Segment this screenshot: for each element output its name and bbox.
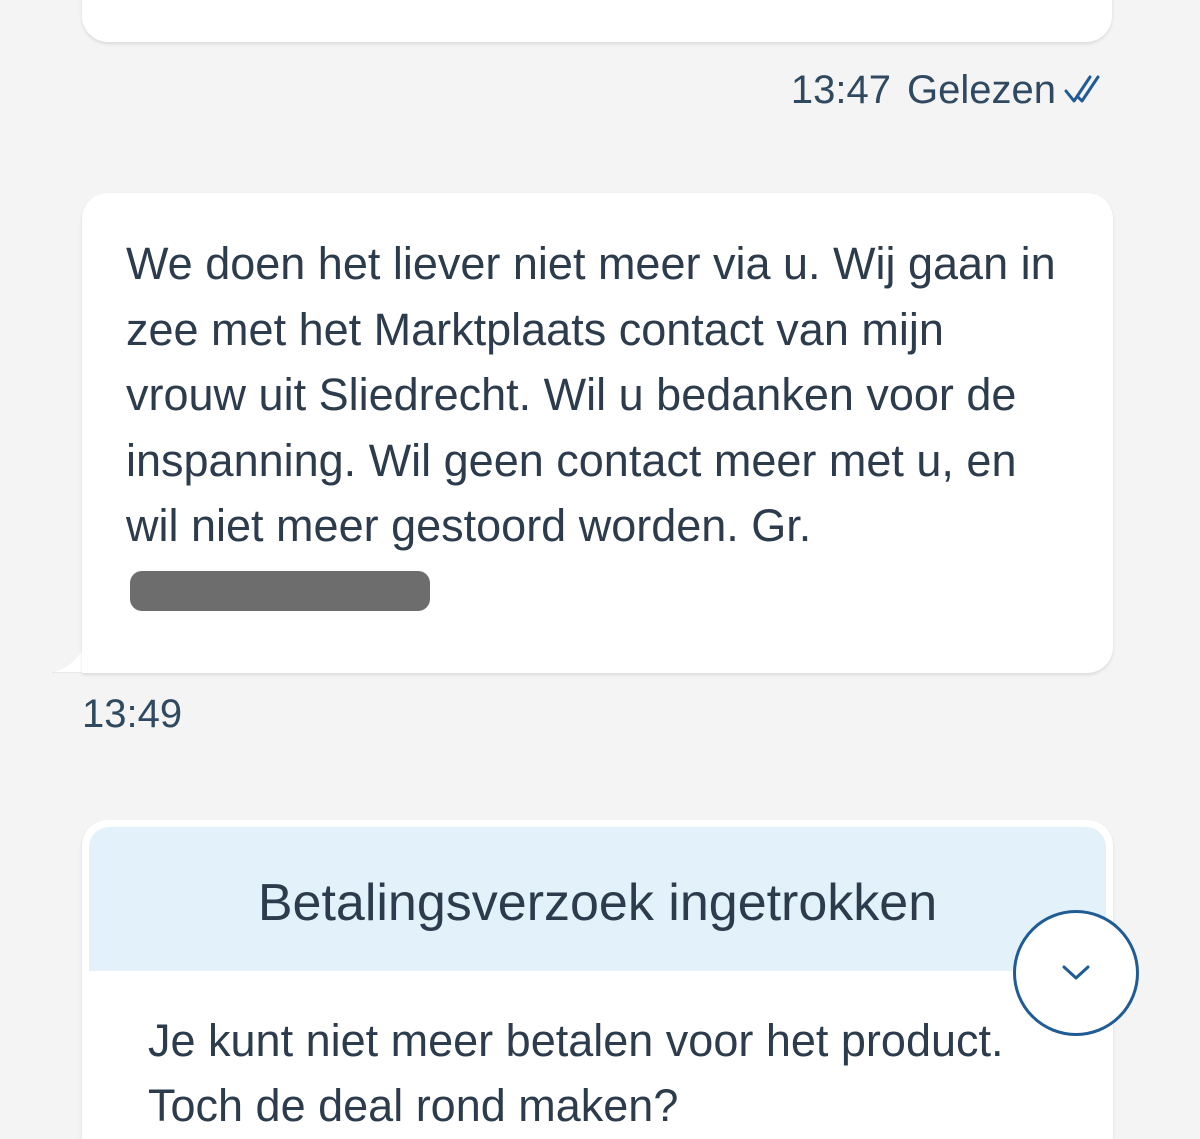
incoming-message-time: 13:49 xyxy=(82,692,183,736)
incoming-message-bubble[interactable]: We doen het liever niet meer via u. Wij … xyxy=(82,193,1113,673)
card-title: Betalingsverzoek ingetrokken xyxy=(257,874,938,932)
payment-request-card[interactable]: Betalingsverzoek ingetrokken Je kunt nie… xyxy=(82,820,1113,1139)
previous-message-bubble[interactable] xyxy=(82,0,1112,42)
previous-message-meta: 13:47 Gelezen xyxy=(791,62,1110,118)
double-check-icon xyxy=(1064,73,1110,107)
message-time: 13:47 xyxy=(790,67,892,112)
message-text: We doen het liever niet meer via u. Wij … xyxy=(126,231,1076,624)
card-body-text: Je kunt niet meer betalen voor het produ… xyxy=(148,1015,1004,1131)
message-body: We doen het liever niet meer via u. Wij … xyxy=(126,238,1056,551)
redacted-name xyxy=(130,570,430,611)
read-status: Gelezen xyxy=(907,67,1056,112)
scroll-to-bottom-button[interactable] xyxy=(1013,910,1139,1036)
chat-screen: 13:47 Gelezen We doen het liever niet me… xyxy=(0,0,1200,1139)
chevron-down-icon xyxy=(1061,964,1091,982)
bubble-tail xyxy=(52,645,86,673)
card-header: Betalingsverzoek ingetrokken xyxy=(89,827,1106,971)
